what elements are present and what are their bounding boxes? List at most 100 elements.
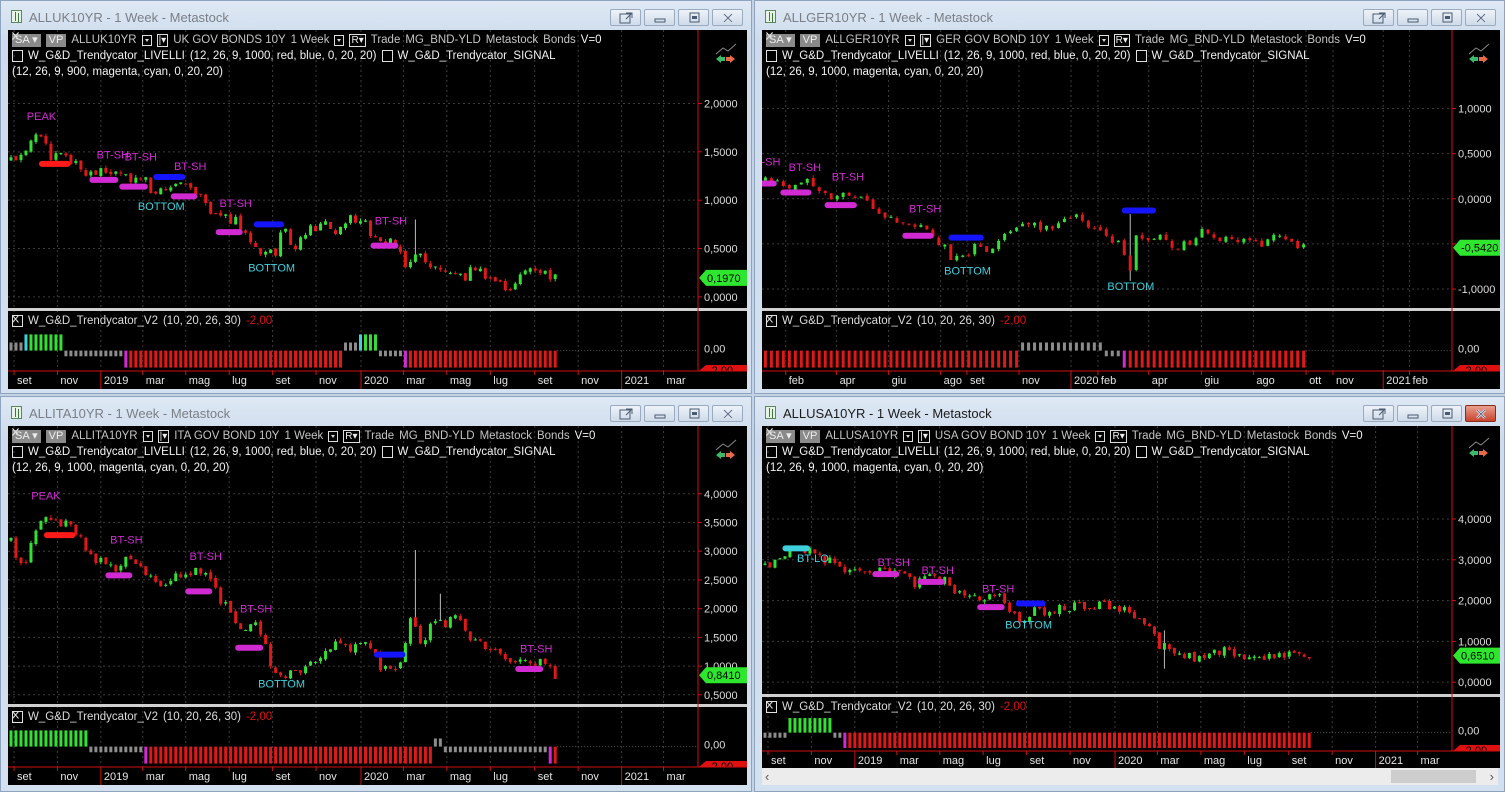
level-bar-blue — [948, 234, 984, 241]
remove-v2-indicator-button[interactable] — [12, 315, 23, 327]
r-button[interactable]: R▾ — [349, 33, 366, 47]
close-button[interactable] — [712, 9, 743, 26]
signal-indicator-name[interactable]: W_G&D_Trendycator_SIGNAL — [398, 444, 556, 460]
scroll-left-arrow[interactable]: ‹ — [765, 768, 769, 785]
remove-levels-indicator-button[interactable] — [766, 32, 777, 62]
remove-v2-indicator-button[interactable] — [12, 711, 23, 723]
r-button[interactable]: R▾ — [1113, 33, 1130, 47]
close-button[interactable] — [1465, 9, 1496, 26]
symbol-dropdown[interactable] — [142, 430, 153, 442]
remove-signal-indicator-button[interactable] — [12, 32, 393, 62]
levels-indicator-name[interactable]: W_G&D_Trendycator_LIVELLI — [28, 48, 185, 64]
horizontal-scrollbar[interactable]: ‹ › — [762, 768, 1498, 785]
scrollbar-thumb[interactable] — [1391, 770, 1476, 783]
signal-indicator-name[interactable]: W_G&D_Trendycator_SIGNAL — [398, 48, 556, 64]
minimize-button[interactable] — [1397, 9, 1428, 26]
histogram-bar-down — [1194, 350, 1198, 368]
symbol-name[interactable]: ALLUK10YR — [71, 32, 136, 48]
maximize-button[interactable] — [1431, 9, 1462, 26]
chart-type-button[interactable]: |▾ — [156, 33, 169, 47]
chart-area[interactable]: BT-SHBT-SHBT-SHBT-SHBOTTOMBOTTOM1,00000,… — [762, 30, 1500, 389]
title-bar[interactable]: ALLGER10YR - 1 Week - Metastock — [755, 1, 1504, 30]
minimize-button[interactable] — [644, 405, 675, 422]
period-dropdown[interactable] — [1098, 34, 1109, 46]
symbol-name[interactable]: ALLITA10YR — [71, 428, 137, 444]
chart-type-button[interactable]: |▾ — [919, 33, 932, 47]
remove-levels-indicator-button[interactable] — [12, 32, 23, 62]
symbol-dropdown[interactable] — [141, 34, 152, 46]
title-bar[interactable]: ALLUK10YR - 1 Week - Metastock — [1, 1, 751, 30]
remove-levels-indicator-button[interactable] — [12, 428, 23, 458]
levels-indicator-name[interactable]: W_G&D_Trendycator_LIVELLI — [782, 444, 939, 460]
detach-button[interactable] — [610, 405, 641, 422]
window-title: ALLITA10YR - 1 Week - Metastock — [29, 406, 231, 421]
vp-button[interactable]: VP — [45, 429, 67, 443]
chart-area[interactable]: PEAK BT-SH BT-SH BT-SH BOTTOM BT-SH 4,0000 3,50… — [8, 426, 747, 785]
histogram-bar-down — [219, 350, 223, 368]
chart-window[interactable]: ALLGER10YR - 1 Week - Metastock BT-SHBT-… — [754, 0, 1505, 394]
period-label[interactable]: 1 Week — [1055, 32, 1094, 48]
remove-levels-indicator-button[interactable] — [766, 428, 777, 458]
detach-button[interactable] — [1363, 405, 1394, 422]
histogram-bar-down — [769, 350, 773, 368]
signal-indicator-name[interactable]: W_G&D_Trendycator_SIGNAL — [1152, 48, 1310, 64]
remove-v2-indicator-button[interactable] — [766, 315, 777, 327]
histogram-bar-gray_down — [1110, 350, 1114, 357]
price-chart[interactable]: PEAKBT-SHBT-SHBT-SHBOTTOMBT-SH4,00003,50… — [8, 426, 747, 785]
candle — [1217, 650, 1221, 658]
chart-window[interactable]: ALLUSA10YR - 1 Week - Metastock BT-LO BT-… — [754, 396, 1505, 792]
v2-indicator-name[interactable]: W_G&D_Trendycator_V2 — [782, 701, 912, 713]
close-button[interactable] — [712, 405, 743, 422]
candle — [184, 183, 188, 185]
signal-indicator-name[interactable]: W_G&D_Trendycator_SIGNAL — [1152, 444, 1310, 460]
symbol-name[interactable]: ALLGER10YR — [825, 32, 899, 48]
v2-indicator-name[interactable]: W_G&D_Trendycator_V2 — [782, 315, 912, 327]
title-bar[interactable]: ALLUSA10YR - 1 Week - Metastock — [755, 397, 1504, 426]
close-button[interactable] — [1465, 405, 1496, 422]
r-button[interactable]: R▾ — [1110, 429, 1127, 443]
period-label[interactable]: 1 Week — [291, 32, 330, 48]
levels-indicator-name[interactable]: W_G&D_Trendycator_LIVELLI — [28, 444, 185, 460]
detach-button[interactable] — [1363, 9, 1394, 26]
remove-signal-indicator-button[interactable] — [12, 428, 393, 458]
r-button[interactable]: R▾ — [343, 429, 360, 443]
histogram-bar-down — [538, 350, 542, 368]
maximize-button[interactable] — [678, 405, 709, 422]
minimize-button[interactable] — [1397, 405, 1428, 422]
vp-button[interactable]: VP — [45, 33, 67, 47]
remove-signal-indicator-button[interactable] — [766, 428, 1147, 458]
vp-button[interactable]: VP — [799, 429, 821, 443]
candle-body — [29, 140, 33, 152]
candle-body — [979, 244, 983, 247]
period-dropdown[interactable] — [334, 34, 345, 46]
period-label[interactable]: 1 Week — [1052, 428, 1091, 444]
symbol-dropdown[interactable] — [904, 34, 915, 46]
remove-signal-indicator-button[interactable] — [766, 32, 1147, 62]
period-dropdown[interactable] — [1095, 430, 1106, 442]
remove-v2-indicator-button[interactable] — [766, 701, 777, 713]
period-label[interactable]: 1 Week — [284, 428, 323, 444]
symbol-dropdown[interactable] — [903, 430, 914, 442]
symbol-name[interactable]: ALLUSA10YR — [825, 428, 898, 444]
price-chart[interactable]: BT-LO BT-SHBT-SHBT-SHBOTTOM4,00003,00002,… — [762, 426, 1500, 768]
minimize-button[interactable] — [644, 9, 675, 26]
chart-type-button[interactable]: |▾ — [157, 429, 170, 443]
period-dropdown[interactable] — [328, 430, 339, 442]
maximize-button[interactable] — [678, 9, 709, 26]
title-bar[interactable]: ALLITA10YR - 1 Week - Metastock — [1, 397, 751, 426]
detach-button[interactable] — [610, 9, 641, 26]
price-chart[interactable]: BT-SHBT-SHBT-SHBT-SHBOTTOMBOTTOM1,00000,… — [762, 30, 1500, 389]
vp-button[interactable]: VP — [799, 33, 821, 47]
levels-indicator-name[interactable]: W_G&D_Trendycator_LIVELLI — [782, 48, 939, 64]
chart-area[interactable]: PEAK BT-SH BT-SH BT-SH BOTTOM BT-SH BOTTOM BT-S… — [8, 30, 747, 389]
v2-indicator-name[interactable]: W_G&D_Trendycator_V2 — [28, 711, 158, 723]
scroll-right-arrow[interactable]: › — [1490, 768, 1494, 785]
chart-window[interactable]: ALLITA10YR - 1 Week - Metastock PEAK BT-S… — [0, 396, 752, 792]
maximize-button[interactable] — [1431, 405, 1462, 422]
chart-area[interactable]: BT-LO BT-SH BT-SH BT-SH BOTTOM 4,0000 3,0000 2,… — [762, 426, 1500, 768]
chart-window[interactable]: ALLUK10YR - 1 Week - Metastock PEAK BT-SH… — [0, 0, 752, 394]
price-chart[interactable]: PEAKBT-SHBT-SHBT-SHBOTTOM BT-SHBOTTOMBT-S… — [8, 30, 747, 389]
candle-body — [184, 574, 188, 578]
v2-indicator-name[interactable]: W_G&D_Trendycator_V2 — [28, 315, 158, 327]
chart-type-button[interactable]: |▾ — [918, 429, 930, 443]
